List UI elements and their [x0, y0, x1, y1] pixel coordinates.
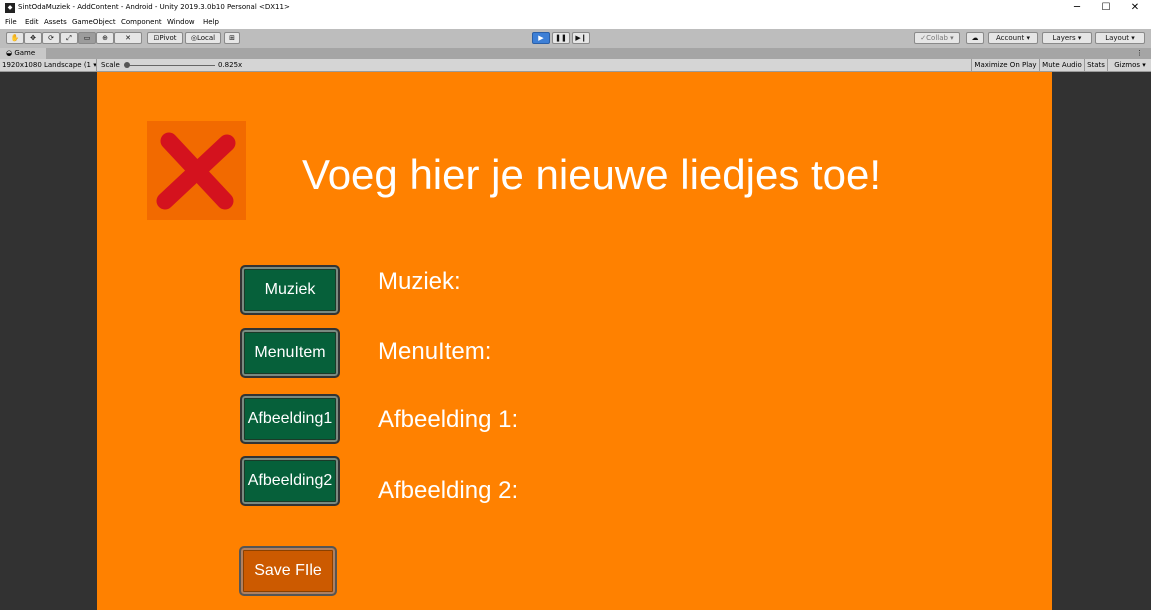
save-file-button[interactable]: Save FIle: [239, 546, 337, 596]
play-button[interactable]: ▶: [532, 32, 550, 44]
pivot-toggle[interactable]: ⊡Pivot: [147, 32, 183, 44]
rotate-tool-icon[interactable]: ⟳: [42, 32, 60, 44]
chevron-down-icon: ▾: [1140, 61, 1146, 69]
scale-label: Scale: [101, 61, 120, 69]
local-label: Local: [196, 34, 216, 42]
menu-help[interactable]: Help: [203, 18, 219, 26]
step-button[interactable]: ▶❙: [572, 32, 590, 44]
layout-dropdown[interactable]: Layout ▾: [1095, 32, 1145, 44]
menu-file[interactable]: File: [5, 18, 17, 26]
menu-gameobject[interactable]: GameObject: [72, 18, 116, 26]
mute-audio-toggle[interactable]: Mute Audio: [1039, 59, 1084, 71]
scale-tool-icon[interactable]: ⤢: [60, 32, 78, 44]
chevron-down-icon: ▾: [1129, 34, 1135, 42]
stats-toggle[interactable]: Stats: [1084, 59, 1107, 71]
chevron-down-icon: ▾: [1024, 34, 1030, 42]
layers-dropdown[interactable]: Layers ▾: [1042, 32, 1092, 44]
kebab-menu-icon[interactable]: ⋮: [1136, 48, 1143, 59]
game-canvas: Voeg hier je nieuwe liedjes toe! Muziek …: [97, 72, 1052, 610]
gizmos-dropdown[interactable]: Gizmos ▾: [1107, 59, 1151, 71]
menuitem-label: MenuItem:: [378, 338, 492, 365]
page-title: Voeg hier je nieuwe liedjes toe!: [302, 151, 882, 198]
menuitem-button[interactable]: MenuItem: [240, 328, 340, 378]
game-control-bar: 1920x1080 Landscape (1 ▾ Scale 0.825x Ma…: [0, 59, 1151, 72]
afbeelding1-label: Afbeelding 1:: [378, 406, 519, 433]
menu-edit[interactable]: Edit: [25, 18, 39, 26]
resolution-dropdown[interactable]: 1920x1080 Landscape (1 ▾: [2, 59, 97, 71]
close-window-button[interactable]: ✕: [1120, 0, 1150, 17]
muziek-label: Muziek:: [378, 268, 461, 295]
transform-tool-icon[interactable]: ⊕: [96, 32, 114, 44]
unity-icon: ◆: [5, 3, 15, 13]
resolution-label: 1920x1080 Landscape (1: [2, 61, 92, 69]
rect-tool-icon[interactable]: ▭: [78, 32, 96, 44]
minimize-button[interactable]: ─: [1062, 0, 1092, 17]
window-title: SintOdaMuziek - AddContent - Android - U…: [18, 3, 290, 11]
account-label: Account: [995, 34, 1025, 42]
hand-tool-icon[interactable]: ✋: [6, 32, 24, 44]
chevron-down-icon: ▾: [1075, 34, 1082, 42]
collab-label: Collab: [926, 34, 948, 42]
account-dropdown[interactable]: Account ▾: [988, 32, 1038, 44]
window-titlebar: ◆ SintOdaMuziek - AddContent - Android -…: [0, 0, 1151, 17]
gizmos-label: Gizmos: [1114, 61, 1141, 69]
pause-button[interactable]: ❚❚: [552, 32, 570, 44]
close-scene-button[interactable]: [147, 121, 246, 220]
close-icon: [156, 132, 236, 210]
scale-slider-handle[interactable]: [124, 62, 130, 68]
move-tool-icon[interactable]: ✥: [24, 32, 42, 44]
pivot-label: Pivot: [159, 34, 177, 42]
cloud-icon[interactable]: ☁: [966, 32, 984, 44]
custom-tool-icon[interactable]: ✕: [114, 32, 142, 44]
maximize-on-play-toggle[interactable]: Maximize On Play: [971, 59, 1039, 71]
main-toolbar: ✋ ✥ ⟳ ⤢ ▭ ⊕ ✕ ⊡Pivot ◎Local ⊞ ▶ ❚❚ ▶❙ ✓C…: [0, 29, 1151, 49]
game-tab-bar: ◒ Game ⋮: [0, 48, 1151, 59]
local-toggle[interactable]: ◎Local: [185, 32, 221, 44]
chevron-down-icon: ▾: [947, 34, 954, 42]
layout-label: Layout: [1105, 34, 1130, 42]
muziek-button[interactable]: Muziek: [240, 265, 340, 315]
afbeelding2-label: Afbeelding 2:: [378, 477, 519, 504]
game-viewport: Voeg hier je nieuwe liedjes toe! Muziek …: [0, 72, 1151, 610]
chevron-down-icon: ▾: [91, 61, 97, 69]
tab-game[interactable]: ◒ Game: [0, 48, 46, 59]
menu-bar: File Edit Assets GameObject Component Wi…: [0, 17, 1151, 29]
menu-component[interactable]: Component: [121, 18, 162, 26]
collab-button[interactable]: ✓Collab ▾: [914, 32, 960, 44]
menu-assets[interactable]: Assets: [44, 18, 67, 26]
snap-icon[interactable]: ⊞: [224, 32, 240, 44]
afbeelding2-button[interactable]: Afbeelding2: [240, 456, 340, 506]
scale-slider-track[interactable]: [127, 65, 215, 66]
layers-label: Layers: [1052, 34, 1076, 42]
scale-value: 0.825x: [218, 61, 243, 69]
tab-game-label: Game: [14, 49, 36, 57]
afbeelding1-button[interactable]: Afbeelding1: [240, 394, 340, 444]
maximize-button[interactable]: ☐: [1091, 0, 1121, 17]
menu-window[interactable]: Window: [167, 18, 195, 26]
